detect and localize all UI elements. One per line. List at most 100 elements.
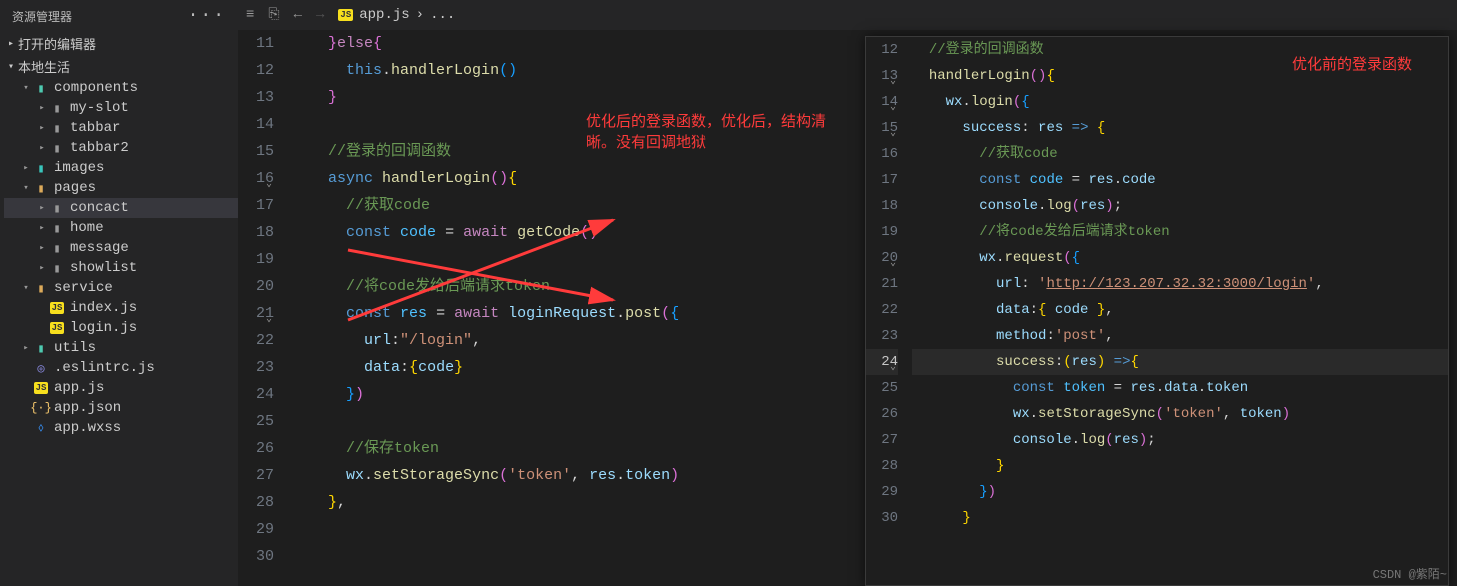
folder-item-showlist[interactable]: ▸▮showlist [4, 258, 238, 278]
section-label: 打开的编辑器 [18, 34, 96, 53]
file-item-app.wxss[interactable]: ⬨app.wxss [4, 418, 238, 438]
folder-icon: ▮ [32, 280, 50, 296]
folder-icon: ▮ [32, 340, 50, 356]
folder-item-my-slot[interactable]: ▸▮my-slot [4, 98, 238, 118]
chevron-icon: ▾ [4, 61, 18, 73]
code-line[interactable]: async handlerLogin(){ [292, 165, 838, 192]
code-line[interactable]: wx.setStorageSync('token', res.token) [292, 462, 838, 489]
code-line[interactable]: //将code发给后端请求token [292, 273, 838, 300]
code-line[interactable]: //将code发给后端请求token [912, 219, 1448, 245]
tree-label: app.json [54, 400, 121, 416]
eslint-file-icon: ◎ [32, 360, 50, 376]
code-line[interactable]: } [292, 84, 838, 111]
tree-label: app.wxss [54, 420, 121, 436]
code-line[interactable]: url: 'http://123.207.32.32:3000/login', [912, 271, 1448, 297]
tree-label: app.js [54, 380, 104, 396]
file-item-login.js[interactable]: JSlogin.js [4, 318, 238, 338]
chevron-icon: ▸ [4, 38, 18, 50]
code-line[interactable]: console.log(res); [912, 193, 1448, 219]
folder-icon: ▮ [32, 160, 50, 176]
code-line[interactable]: wx.request({ [912, 245, 1448, 271]
code-line[interactable]: success:(res) =>{ [912, 349, 1448, 375]
folder-item-service[interactable]: ▾▮service [4, 278, 238, 298]
folder-item-images[interactable]: ▸▮images [4, 158, 238, 178]
chevron-icon: ▸ [36, 203, 48, 213]
code-line[interactable]: //获取code [912, 141, 1448, 167]
bookmark-icon[interactable]: ⎘ [268, 7, 279, 23]
code-line[interactable] [292, 246, 838, 273]
folder-item-tabbar2[interactable]: ▸▮tabbar2 [4, 138, 238, 158]
folder-item-pages[interactable]: ▾▮pages [4, 178, 238, 198]
code-line[interactable]: } [912, 453, 1448, 479]
folder-item-utils[interactable]: ▸▮utils [4, 338, 238, 358]
code-line[interactable]: const code = res.code [912, 167, 1448, 193]
toolbar-icon[interactable]: ≡ [246, 7, 254, 23]
folder-icon: ▮ [48, 140, 66, 156]
code-line[interactable]: }) [912, 479, 1448, 505]
annotation-right: 优化前的登录函数 [1292, 53, 1412, 74]
folder-icon: ▮ [32, 180, 50, 196]
folder-icon: ▮ [32, 80, 50, 96]
tree-label: pages [54, 180, 96, 196]
code-right[interactable]: //登录的回调函数 handlerLogin(){ wx.login({ suc… [912, 37, 1448, 531]
code-line[interactable]: //保存token [292, 435, 838, 462]
folder-item-concact[interactable]: ▸▮concact [4, 198, 238, 218]
code-line[interactable] [292, 543, 838, 570]
code-line[interactable]: }, [292, 489, 838, 516]
code-line[interactable]: //获取code [292, 192, 838, 219]
chevron-icon: ▸ [36, 103, 48, 113]
code-line[interactable]: url:"/login", [292, 327, 838, 354]
chevron-icon: ▸ [20, 163, 32, 173]
folder-item-components[interactable]: ▾▮components [4, 78, 238, 98]
code-line[interactable]: //登录的回调函数 [292, 138, 838, 165]
explorer-title: 资源管理器 [12, 8, 72, 25]
explorer-header: 资源管理器 ··· [0, 0, 238, 32]
folder-icon: ▮ [48, 100, 66, 116]
code-line[interactable]: }else{ [292, 30, 838, 57]
chevron-icon: ▾ [20, 183, 32, 193]
code-line[interactable] [292, 516, 838, 543]
chevron-icon: ▸ [36, 143, 48, 153]
section-本地生活[interactable]: ▾本地生活 [0, 55, 238, 78]
file-item-index.js[interactable]: JSindex.js [4, 298, 238, 318]
code-line[interactable]: wx.login({ [912, 89, 1448, 115]
tree-label: home [70, 220, 104, 236]
folder-icon: ▮ [48, 260, 66, 276]
tree-label: message [70, 240, 129, 256]
folder-item-message[interactable]: ▸▮message [4, 238, 238, 258]
nav-forward-icon[interactable]: → [316, 7, 324, 23]
folder-item-home[interactable]: ▸▮home [4, 218, 238, 238]
breadcrumb-trail: ... [430, 7, 455, 23]
editor-right-popup[interactable]: 优化前的登录函数 1213⌄14⌄15⌄1617181920⌄21222324⌄… [865, 36, 1449, 586]
code-line[interactable]: const res = await loginRequest.post({ [292, 300, 838, 327]
nav-back-icon[interactable]: ← [294, 7, 302, 23]
file-item-.eslintrc.js[interactable]: ◎.eslintrc.js [4, 358, 238, 378]
code-line[interactable]: }) [292, 381, 838, 408]
breadcrumb[interactable]: JS app.js › ... [338, 7, 455, 23]
tree-label: .eslintrc.js [54, 360, 155, 376]
code-line[interactable]: success: res => { [912, 115, 1448, 141]
code-line[interactable]: data:{code} [292, 354, 838, 381]
code-left[interactable]: }else{ this.handlerLogin() } //登录的回调函数 a… [292, 30, 838, 570]
section-label: 本地生活 [18, 57, 70, 76]
js-file-icon: JS [32, 380, 50, 396]
code-line[interactable]: console.log(res); [912, 427, 1448, 453]
code-line[interactable]: method:'post', [912, 323, 1448, 349]
code-line[interactable] [292, 408, 838, 435]
folder-item-tabbar[interactable]: ▸▮tabbar [4, 118, 238, 138]
code-line[interactable]: const token = res.data.token [912, 375, 1448, 401]
js-file-icon: JS [338, 9, 353, 21]
section-打开的编辑器[interactable]: ▸打开的编辑器 [0, 32, 238, 55]
file-item-app.js[interactable]: JSapp.js [4, 378, 238, 398]
chevron-icon: ▸ [36, 263, 48, 273]
code-line[interactable]: wx.setStorageSync('token', token) [912, 401, 1448, 427]
editor-left[interactable]: 111213141516⌄1718192021⌄2223242526272829… [238, 30, 838, 586]
code-line[interactable]: data:{ code }, [912, 297, 1448, 323]
tree-label: service [54, 280, 113, 296]
file-item-app.json[interactable]: {·}app.json [4, 398, 238, 418]
explorer-more-icon[interactable]: ··· [188, 6, 226, 26]
code-line[interactable]: this.handlerLogin() [292, 57, 838, 84]
code-line[interactable]: const code = await getCode() [292, 219, 838, 246]
code-line[interactable] [292, 111, 838, 138]
code-line[interactable]: } [912, 505, 1448, 531]
